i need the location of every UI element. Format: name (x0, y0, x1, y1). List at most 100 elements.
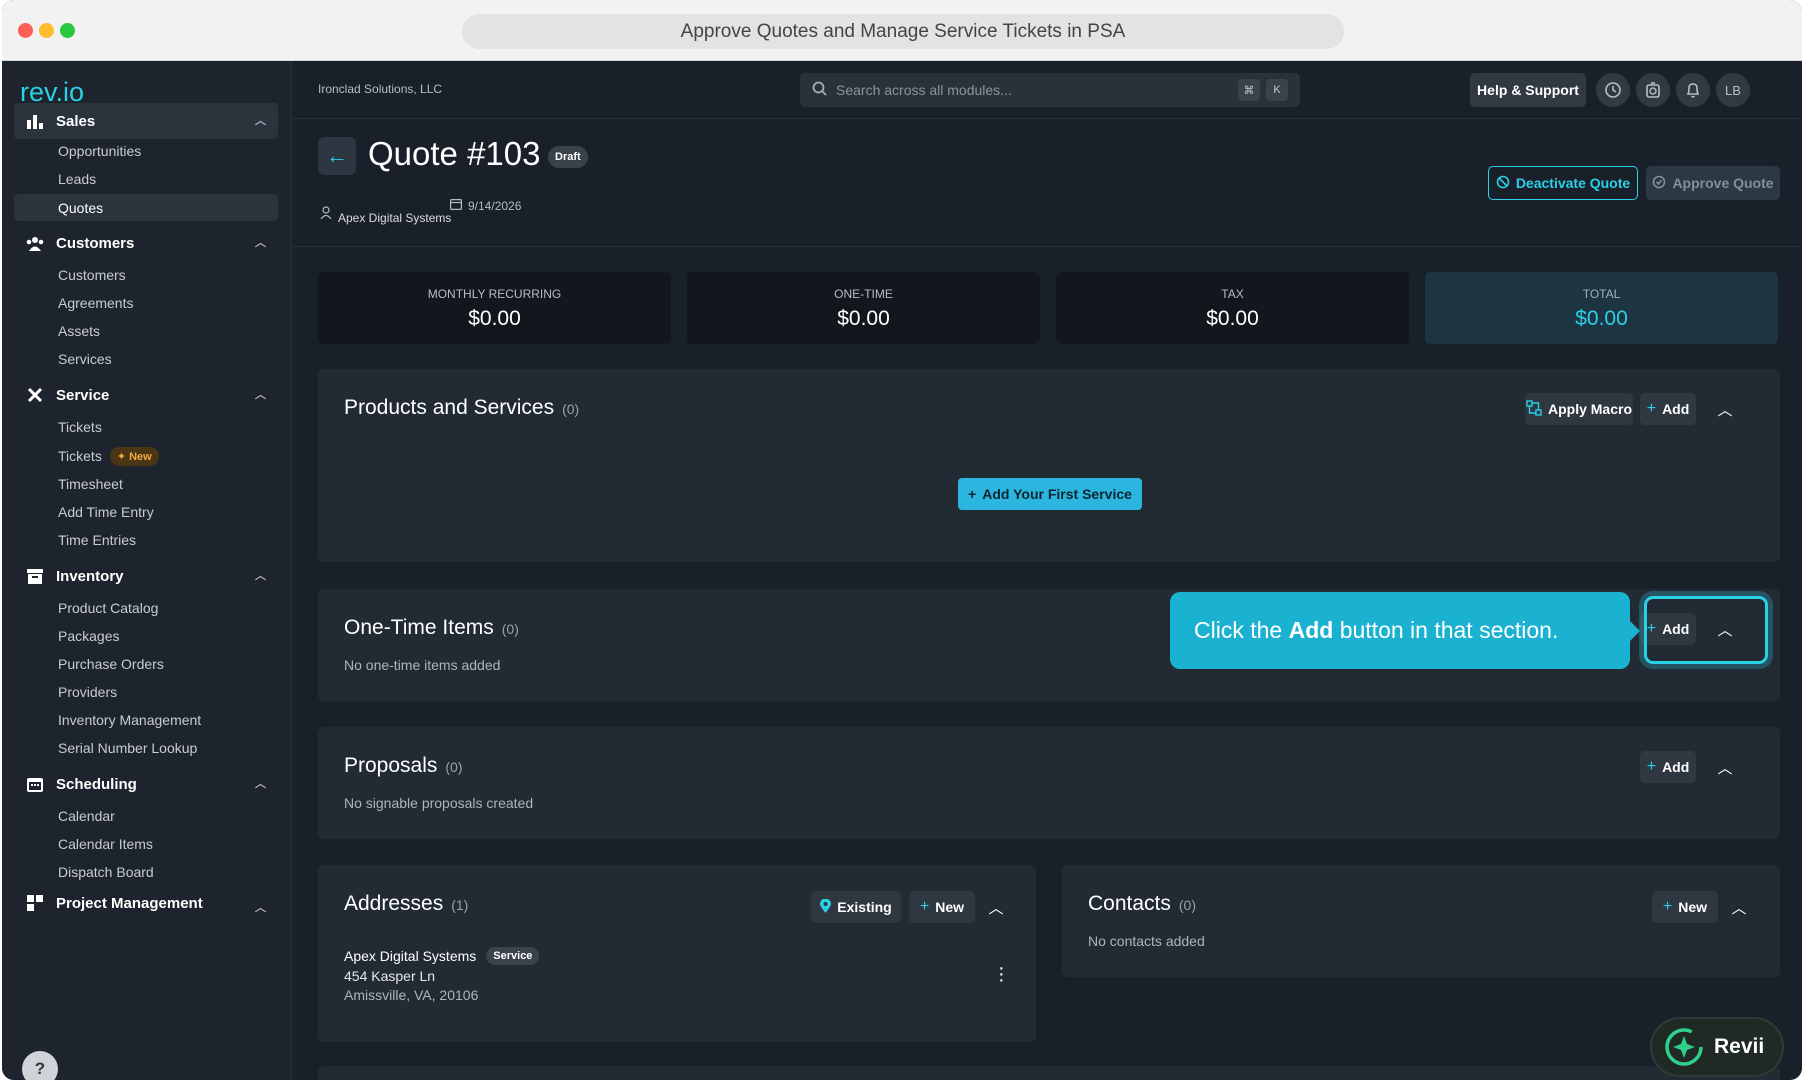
maximize-window-button[interactable] (60, 23, 75, 38)
sidebar-section-label: Project Management (56, 894, 203, 912)
sidebar-item-time-entries[interactable]: Time Entries (14, 525, 278, 555)
history-icon[interactable] (1596, 73, 1630, 107)
app-window: Approve Quotes and Manage Service Ticket… (2, 0, 1802, 1080)
plus-icon: + (1662, 898, 1673, 915)
next-section (318, 1066, 1780, 1080)
sidebar-item-opportunities[interactable]: Opportunities (14, 136, 278, 166)
revii-assistant-button[interactable]: Revii (1650, 1017, 1784, 1077)
sidebar-item-calendar[interactable]: Calendar (14, 801, 278, 831)
user-avatar[interactable]: LB (1716, 73, 1750, 107)
sidebar-item-dispatch-board[interactable]: Dispatch Board (14, 857, 278, 887)
proposals-add-button[interactable]: + Add (1640, 751, 1696, 783)
sparkle-icon: ✦ (116, 450, 130, 463)
quote-date: 9/14/2026 (450, 198, 521, 213)
section-count: (1) (451, 897, 469, 913)
section-title-text: One-Time Items (344, 616, 494, 639)
timer-icon[interactable] (1636, 73, 1670, 107)
chevron-up-icon[interactable]: ︿ (1715, 757, 1735, 777)
approve-quote-button[interactable]: Approve Quote (1646, 166, 1780, 200)
guide-highlight-ring (1644, 596, 1768, 664)
person-icon (320, 206, 332, 222)
stat-one-time: ONE-TIME $0.00 (687, 272, 1040, 344)
proposals-section: Proposals (0) No signable proposals creat… (318, 727, 1780, 839)
address-bar[interactable]: Approve Quotes and Manage Service Ticket… (462, 14, 1344, 49)
apply-macro-button[interactable]: Apply Macro (1525, 393, 1633, 425)
sidebar-item-product-catalog[interactable]: Product Catalog (14, 593, 278, 623)
chevron-up-icon[interactable]: ︿ (255, 112, 266, 128)
sidebar-section-scheduling[interactable]: Scheduling ︿ (14, 766, 278, 802)
sidebar-item-tickets-new[interactable]: Tickets ✦ New (14, 441, 278, 471)
sparkle-icon (1665, 1028, 1703, 1066)
sidebar-item-purchase-orders[interactable]: Purchase Orders (14, 649, 278, 679)
command-key-hint: ⌘ (1238, 79, 1260, 101)
sidebar-item-inventory-management[interactable]: Inventory Management (14, 705, 278, 735)
bell-icon[interactable] (1676, 73, 1710, 107)
products-add-button[interactable]: + Add (1640, 393, 1696, 425)
sidebar-item-assets[interactable]: Assets (14, 316, 278, 346)
minimize-window-button[interactable] (39, 23, 54, 38)
empty-state-text: No contacts added (1088, 933, 1205, 949)
sidebar-item-packages[interactable]: Packages (14, 621, 278, 651)
chevron-up-icon[interactable]: ︿ (255, 899, 266, 915)
close-window-button[interactable] (18, 23, 33, 38)
deactivate-quote-button[interactable]: Deactivate Quote (1488, 166, 1638, 200)
sidebar-item-providers[interactable]: Providers (14, 677, 278, 707)
sidebar-section-customers[interactable]: Customers ︿ (14, 225, 278, 261)
date-value: 9/14/2026 (468, 198, 522, 213)
stat-total: TOTAL $0.00 (1425, 272, 1778, 344)
quote-customer[interactable]: Apex Digital Systems (320, 203, 451, 225)
sidebar-section-inventory[interactable]: Inventory ︿ (14, 558, 278, 594)
new-badge-label: New (129, 450, 152, 463)
more-options-icon[interactable]: · · · (998, 958, 1005, 990)
new-contact-button[interactable]: + New (1652, 891, 1718, 923)
add-first-service-button[interactable]: + Add Your First Service (958, 478, 1142, 510)
archive-icon (24, 567, 46, 585)
status-badge: Draft (548, 146, 588, 168)
new-address-button[interactable]: + New (909, 891, 975, 923)
ban-icon (1496, 175, 1510, 192)
sidebar-section-service[interactable]: Service ︿ (14, 377, 278, 413)
sidebar-item-tickets[interactable]: Tickets (14, 412, 278, 442)
button-label: New (935, 899, 965, 915)
global-search-input[interactable]: Search across all modules... ⌘ K (800, 73, 1300, 107)
stat-label: TAX (1221, 287, 1244, 301)
page-title: Quote #103 (368, 135, 541, 172)
chevron-up-icon[interactable]: ︿ (986, 897, 1006, 917)
bar-chart-icon (24, 112, 46, 130)
users-icon (24, 234, 46, 252)
help-support-button[interactable]: Help & Support (1470, 73, 1586, 107)
sidebar-item-timesheet[interactable]: Timesheet (14, 469, 278, 499)
sidebar-item-services[interactable]: Services (14, 344, 278, 374)
back-arrow-icon[interactable]: ← (318, 137, 356, 175)
sidebar-item-quotes[interactable]: Quotes (14, 194, 278, 221)
button-label: Add (1662, 759, 1690, 775)
customer-name[interactable]: Apex Digital Systems (338, 211, 451, 225)
sidebar-section-sales[interactable]: Sales ︿ (14, 103, 278, 139)
guide-tooltip: Click the Add button in that section. (1170, 592, 1640, 669)
sidebar-item-calendar-items[interactable]: Calendar Items (14, 829, 278, 859)
button-label: Deactivate Quote (1515, 175, 1631, 191)
calendar-icon (450, 198, 463, 213)
sidebar-section-project-management[interactable]: Project Management ︿ (14, 890, 278, 916)
chevron-up-icon[interactable]: ︿ (255, 775, 266, 791)
help-button[interactable]: ? (22, 1051, 58, 1080)
sidebar-item-customers[interactable]: Customers (14, 260, 278, 290)
button-label: Add Your First Service (982, 486, 1132, 502)
sidebar-item-serial-number-lookup[interactable]: Serial Number Lookup (14, 733, 278, 763)
sidebar-section-label: Sales (56, 112, 96, 130)
existing-address-button[interactable]: Existing (811, 891, 901, 923)
stat-value: $0.00 (468, 307, 521, 330)
project-icon (24, 894, 46, 912)
search-icon (812, 81, 828, 100)
chevron-up-icon[interactable]: ︿ (255, 386, 266, 402)
sidebar-item-agreements[interactable]: Agreements (14, 288, 278, 318)
chevron-up-icon[interactable]: ︿ (255, 567, 266, 583)
chevron-up-icon[interactable]: ︿ (1715, 399, 1735, 419)
sidebar-section-label: Customers (56, 234, 135, 252)
chevron-up-icon[interactable]: ︿ (1729, 897, 1749, 917)
sidebar-item-leads[interactable]: Leads (14, 164, 278, 194)
stat-label: MONTHLY RECURRING (427, 287, 562, 301)
sidebar-item-add-time-entry[interactable]: Add Time Entry (14, 497, 278, 527)
chevron-up-icon[interactable]: ︿ (255, 234, 266, 250)
address-entry-name: Apex Digital Systems Service (344, 947, 540, 965)
